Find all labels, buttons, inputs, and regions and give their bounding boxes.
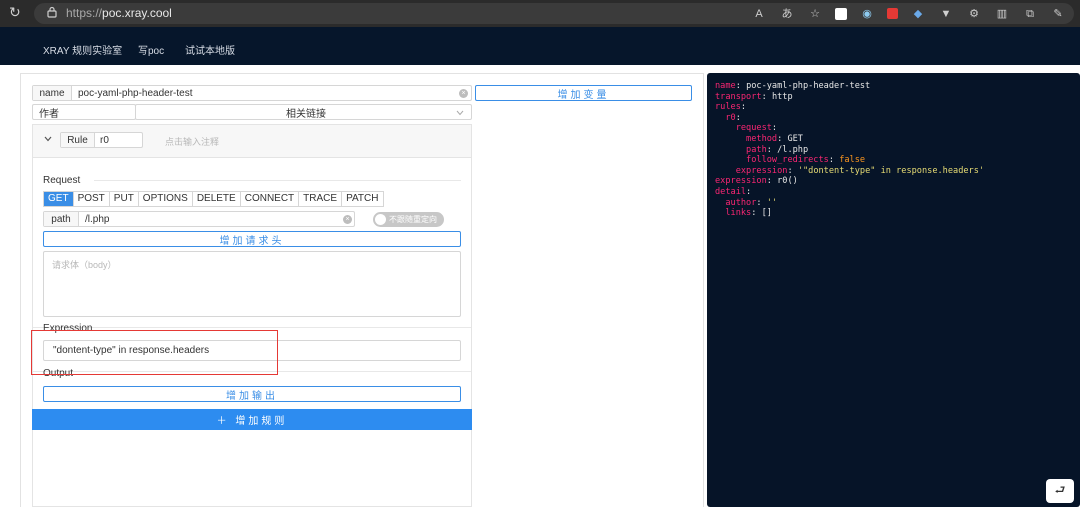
- yaml-key: detail: [715, 186, 747, 197]
- expression-divider: [33, 327, 471, 328]
- method-patch[interactable]: PATCH: [342, 192, 383, 206]
- chevron-down-icon: [456, 110, 464, 116]
- app-navbar: XRAY 规则实验室 写poc 试试本地版: [0, 27, 1080, 65]
- reader-mode-icon[interactable]: A: [751, 6, 767, 22]
- redirect-toggle-label: 不跟随重定向: [389, 215, 437, 224]
- yaml-key: request: [735, 123, 772, 134]
- yaml-value: '': [766, 197, 778, 208]
- request-title: Request: [43, 175, 81, 186]
- yaml-key: rules: [715, 102, 741, 113]
- yaml-key: name: [715, 81, 736, 91]
- clear-icon[interactable]: ×: [459, 89, 468, 98]
- path-field[interactable]: path /l.php ×: [43, 211, 355, 227]
- body-placeholder: 请求体（body）: [52, 260, 117, 270]
- author-placeholder: 作者: [39, 108, 59, 120]
- links-select[interactable]: 相关链接: [135, 104, 472, 120]
- yaml-value: GET: [787, 133, 803, 144]
- extension-icon-5[interactable]: ▼: [938, 6, 954, 22]
- request-body-textarea[interactable]: 请求体（body）: [43, 251, 461, 317]
- method-delete[interactable]: DELETE: [192, 192, 241, 206]
- nav-item-write-poc[interactable]: 写poc: [138, 42, 164, 57]
- url-text[interactable]: https://poc.xray.cool: [66, 6, 172, 20]
- method-get[interactable]: GET: [44, 192, 74, 206]
- name-label: name: [33, 86, 72, 100]
- collapse-chevron-icon[interactable]: [44, 136, 52, 142]
- nav-item-local-version[interactable]: 试试本地版: [185, 42, 235, 57]
- rule-comment-input[interactable]: 点击输入注释: [165, 135, 219, 148]
- nav-item-xray-lab[interactable]: XRAY 规则实验室: [43, 42, 122, 57]
- copilot-icon[interactable]: ✎: [1050, 6, 1066, 22]
- toggle-knob: [375, 214, 386, 225]
- method-options[interactable]: OPTIONS: [138, 192, 193, 206]
- path-value[interactable]: /l.php: [85, 212, 109, 226]
- extension-icon-3[interactable]: [887, 8, 898, 19]
- links-placeholder: 相关链接: [286, 108, 326, 120]
- yaml-value: []: [761, 208, 772, 219]
- split-screen-icon[interactable]: ▥: [994, 6, 1010, 22]
- yaml-key: links: [725, 208, 752, 219]
- yaml-preview: name: poc-yaml-php-header-test transport…: [707, 73, 1080, 507]
- yaml-key: path: [746, 144, 767, 155]
- browser-icons: A あ ☆ ◉ ◆ ▼ ⚙ ▥ ⧉ ✎: [751, 4, 1066, 23]
- rule-name-value[interactable]: r0: [100, 133, 109, 147]
- reload-icon[interactable]: ↻: [9, 5, 23, 19]
- yaml-value: http: [771, 91, 793, 102]
- clear-path-icon[interactable]: ×: [343, 215, 352, 224]
- yaml-value: '"dontent-type" in response.headers': [797, 165, 985, 176]
- url-protocol: https://: [66, 6, 103, 20]
- yaml-value: poc-yaml-php-header-test: [746, 81, 871, 91]
- add-rule-button[interactable]: ＋ 增加规则: [32, 409, 472, 430]
- yaml-value: r0(): [777, 176, 798, 187]
- favorite-icon[interactable]: ☆: [807, 6, 823, 22]
- extension-icon-1[interactable]: [835, 7, 847, 20]
- method-put[interactable]: PUT: [109, 192, 139, 206]
- yaml-key: author: [725, 197, 757, 208]
- yaml-key: expression: [715, 176, 767, 187]
- lock-icon: [47, 6, 57, 18]
- yaml-key: expression: [735, 165, 788, 176]
- method-selector: GET POST PUT OPTIONS DELETE CONNECT TRAC…: [43, 191, 384, 207]
- extension-icon-4[interactable]: ◆: [910, 6, 926, 22]
- extensions-icon[interactable]: ⚙: [966, 6, 982, 22]
- method-trace[interactable]: TRACE: [299, 192, 343, 206]
- add-header-button[interactable]: 增加请求头: [43, 231, 461, 247]
- url-host: poc.xray.cool: [102, 6, 172, 20]
- method-connect[interactable]: CONNECT: [240, 192, 300, 206]
- yaml-key: follow_redirects: [746, 155, 829, 166]
- translate-icon[interactable]: あ: [779, 6, 795, 22]
- yaml-key: transport: [715, 91, 762, 102]
- author-input[interactable]: 作者: [32, 104, 136, 120]
- redirect-toggle[interactable]: 不跟随重定向: [373, 212, 444, 227]
- yaml-key: method: [746, 133, 778, 144]
- path-label: path: [44, 212, 79, 226]
- browser-toolbar: ↻ https://poc.xray.cool A あ ☆ ◉ ◆ ▼ ⚙ ▥ …: [0, 0, 1080, 27]
- rule-label: Rule: [61, 133, 95, 147]
- yaml-value: /l.php: [777, 144, 809, 155]
- method-post[interactable]: POST: [73, 192, 110, 206]
- collections-icon[interactable]: ⧉: [1022, 6, 1038, 22]
- return-icon[interactable]: ⮐: [1046, 479, 1074, 503]
- yaml-value: false: [839, 155, 866, 166]
- add-output-button[interactable]: 增加输出: [43, 386, 461, 402]
- request-divider: [94, 180, 461, 181]
- name-value[interactable]: poc-yaml-php-header-test: [78, 86, 193, 100]
- extension-icon-2[interactable]: ◉: [859, 6, 875, 22]
- rule-name-field[interactable]: Rule r0: [60, 132, 143, 148]
- name-field[interactable]: name poc-yaml-php-header-test ×: [32, 85, 472, 101]
- yaml-key: r0: [725, 112, 736, 123]
- add-variable-button[interactable]: 增加变量: [475, 85, 692, 101]
- annotation-highlight-box: [31, 330, 278, 375]
